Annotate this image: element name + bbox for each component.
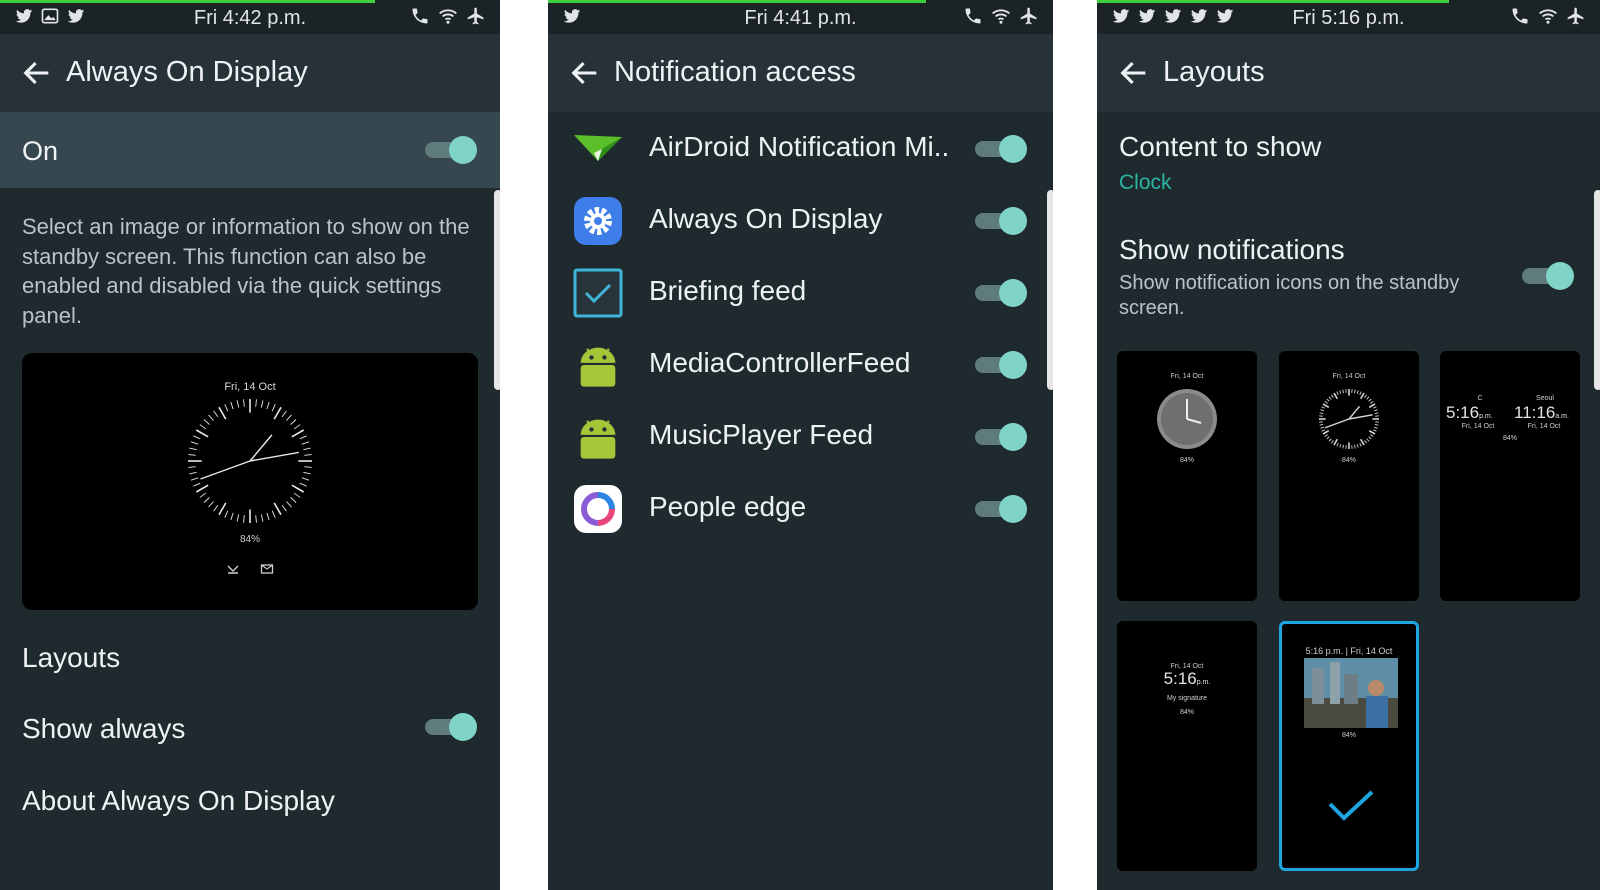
status-bar: Fri 4:41 p.m. [548, 0, 1053, 34]
thumb-time-left: 5:16p.m. [1446, 403, 1493, 422]
app-name: MediaControllerFeed [649, 347, 911, 378]
master-switch-row[interactable]: On [0, 112, 500, 188]
app-toggle[interactable] [973, 423, 1027, 451]
app-toggle[interactable] [973, 351, 1027, 379]
app-name: MusicPlayer Feed [649, 419, 874, 450]
analog-clock-icon [1157, 389, 1217, 449]
back-arrow-icon[interactable] [1117, 56, 1151, 90]
show-notifications-toggle[interactable] [1520, 262, 1574, 290]
description-text: Select an image or information to show o… [22, 214, 470, 328]
back-arrow-icon[interactable] [20, 56, 54, 90]
app-bar: Layouts [1097, 34, 1600, 112]
call-icon [410, 6, 430, 26]
people-edge-icon [574, 485, 622, 533]
show-always-label: Show always [22, 713, 186, 744]
master-toggle[interactable] [423, 136, 477, 164]
thumb-date: Fri, 14 Oct [1332, 373, 1366, 380]
android-icon [572, 411, 624, 463]
checkbox-icon [573, 268, 623, 318]
app-row-briefing-feed[interactable]: Briefing feed [548, 257, 1053, 329]
master-switch-label: On [22, 136, 59, 166]
scroll-indicator [1594, 190, 1600, 390]
thumb-date: Fri, 14 Oct [1170, 373, 1204, 380]
always-on-display-screen: Fri 4:42 p.m. Always On Display On Selec… [0, 0, 500, 890]
thumb-city-left: C [1477, 395, 1483, 402]
app-toggle[interactable] [973, 279, 1027, 307]
aod-preview[interactable]: Fri, 14 Oct 84% [22, 353, 478, 610]
page-title: Notification access [614, 56, 856, 88]
app-name: Always On Display [649, 203, 883, 234]
page-title: Layouts [1163, 56, 1265, 88]
app-bar: Always On Display [0, 34, 500, 112]
show-always-toggle[interactable] [423, 713, 477, 741]
thumb-time-right: 11:16a.m. [1514, 403, 1569, 422]
app-toggle[interactable] [973, 135, 1027, 163]
scroll-indicator [1047, 190, 1053, 390]
paper-plane-icon [574, 135, 622, 161]
page-title: Always On Display [66, 56, 308, 88]
app-name: People edge [649, 491, 807, 522]
call-icon [1510, 6, 1530, 26]
status-bar: Fri 4:42 p.m. [0, 0, 500, 34]
thumb-date-left: Fri, 14 Oct [1461, 423, 1495, 430]
app-row-musicplayer-feed[interactable]: MusicPlayer Feed [548, 401, 1053, 473]
analog-clock-icon [1319, 389, 1379, 449]
thumb-battery: 84% [1179, 457, 1194, 464]
layout-thumbnail-5[interactable]: 5:16 p.m. | Fri, 14 Oct 84% [1279, 621, 1419, 871]
call-icon [963, 6, 983, 26]
app-toggle[interactable] [973, 495, 1027, 523]
scroll-indicator [494, 190, 500, 390]
layout-thumbnail-4[interactable]: Fri, 14 Oct 5:16p.m. My signature 84% [1117, 621, 1257, 871]
show-notifications-description: Show notification icons on the standby s… [1119, 272, 1460, 319]
analog-clock-icon [188, 399, 312, 523]
airplane-icon [466, 6, 486, 26]
thumb-time: 5:16p.m. [1163, 669, 1211, 688]
thumb-battery: 84% [1502, 435, 1517, 442]
content-to-show-title[interactable]: Content to show [1119, 131, 1321, 163]
preview-battery: 84% [239, 534, 260, 545]
content-to-show-value: Clock [1119, 171, 1172, 194]
app-toggle[interactable] [973, 207, 1027, 235]
app-row-people-edge[interactable]: People edge [548, 473, 1053, 545]
progress-indicator [1097, 0, 1449, 3]
progress-indicator [0, 0, 375, 3]
layout-thumbnail-3[interactable]: C Seoul 5:16p.m. 11:16a.m. Fri, 14 Oct F… [1440, 351, 1580, 601]
thumb-date-right: Fri, 14 Oct [1527, 423, 1561, 430]
layouts-item[interactable]: Layouts [22, 642, 120, 674]
photo-image [1304, 658, 1398, 728]
layout-thumbnail-2[interactable]: Fri, 14 Oct 84% [1279, 351, 1419, 601]
thumb-signature: My signature [1166, 695, 1208, 702]
app-row-always-on-display[interactable]: Always On Display [548, 185, 1053, 257]
layout-thumbnail-1[interactable]: Fri, 14 Oct 84% [1117, 351, 1257, 601]
app-bar: Notification access [548, 34, 1053, 112]
app-row-media-controller[interactable]: MediaControllerFeed [548, 329, 1053, 401]
app-row-airdroid[interactable]: AirDroid Notification Mi.. [548, 113, 1053, 185]
status-bar: Fri 5:16 p.m. [1097, 0, 1600, 34]
thumb-battery: 84% [1179, 709, 1194, 716]
layouts-screen: Fri 5:16 p.m. Layouts Content to show Cl… [1097, 0, 1600, 890]
message-icon [260, 564, 274, 574]
airplane-icon [1019, 6, 1039, 26]
app-name: Briefing feed [649, 275, 807, 306]
android-icon [572, 339, 624, 391]
thumb-battery: 84% [1341, 457, 1356, 464]
gear-icon [574, 197, 622, 245]
thumb-city-right: Seoul [1536, 395, 1554, 402]
show-notifications-title: Show notifications [1119, 234, 1345, 265]
thumb-battery: 84% [1341, 732, 1356, 739]
about-item[interactable]: About Always On Display [22, 785, 335, 817]
wifi-icon [438, 6, 458, 26]
preview-date: Fri, 14 Oct [224, 381, 276, 393]
progress-indicator [548, 0, 926, 3]
airplane-icon [1566, 6, 1586, 26]
notification-access-screen: Fri 4:41 p.m. Notification access AirDro… [548, 0, 1053, 890]
wifi-icon [1538, 6, 1558, 26]
check-icon [1328, 790, 1374, 821]
app-name: AirDroid Notification Mi.. [649, 131, 950, 162]
back-arrow-icon[interactable] [568, 56, 602, 90]
thumb-header: 5:16 p.m. | Fri, 14 Oct [1305, 646, 1393, 656]
missed-call-icon [227, 565, 239, 574]
wifi-icon [991, 6, 1011, 26]
